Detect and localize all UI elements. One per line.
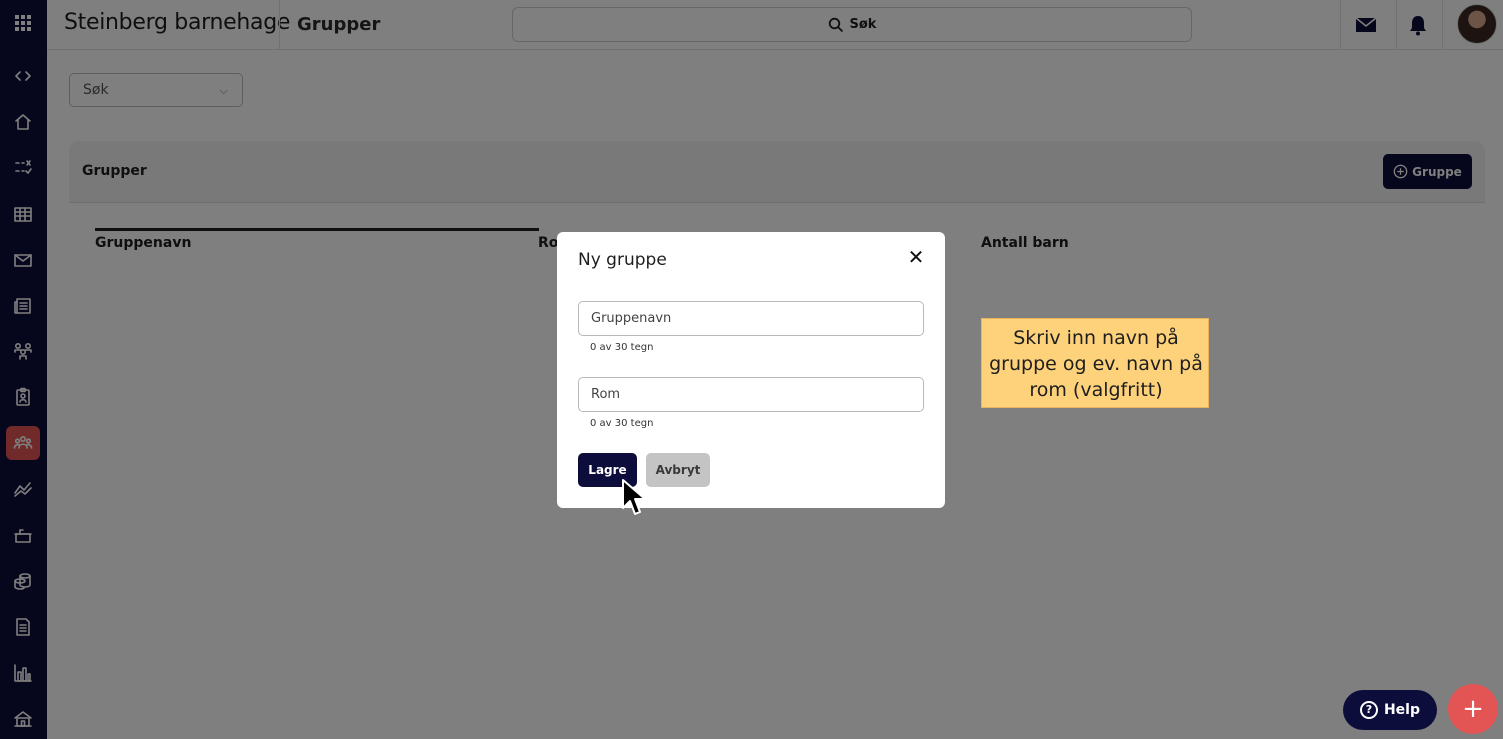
- new-group-dialog: Ny gruppe ✕ 0 av 30 tegn 0 av 30 tegn La…: [557, 232, 945, 508]
- help-icon: ?: [1359, 701, 1378, 719]
- add-fab-button[interactable]: +: [1448, 684, 1498, 734]
- mouse-cursor-icon: [622, 479, 646, 515]
- room-input[interactable]: [579, 378, 923, 411]
- group-name-counter: 0 av 30 tegn: [590, 342, 654, 353]
- group-name-input[interactable]: [579, 302, 923, 335]
- callout-text: Skriv inn navn på gruppe og ev. navn på …: [989, 327, 1203, 401]
- tutorial-callout: Skriv inn navn på gruppe og ev. navn på …: [981, 318, 1209, 408]
- room-counter: 0 av 30 tegn: [590, 418, 654, 429]
- cancel-button[interactable]: Avbryt: [646, 453, 710, 487]
- room-field[interactable]: [578, 377, 924, 412]
- close-icon[interactable]: ✕: [905, 246, 927, 268]
- help-button[interactable]: ? Help: [1343, 690, 1437, 730]
- group-name-field[interactable]: [578, 301, 924, 336]
- help-label: Help: [1383, 702, 1421, 718]
- dialog-title: Ny gruppe: [578, 250, 667, 270]
